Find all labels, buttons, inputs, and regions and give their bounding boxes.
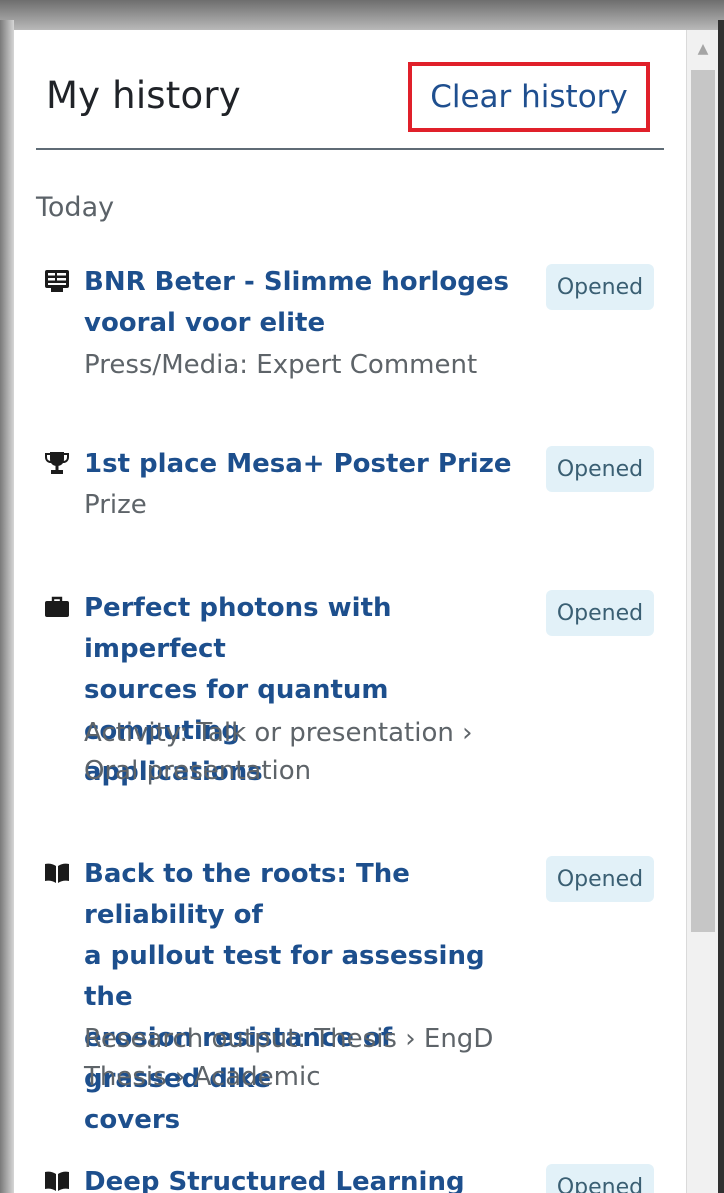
briefcase-icon (42, 592, 72, 622)
scrollbar-thumb[interactable] (691, 70, 715, 932)
status-badge: Opened (546, 264, 654, 310)
history-panel: My history Clear history Today BNR Beter… (14, 30, 686, 1193)
status-badge: Opened (546, 590, 654, 636)
book-icon (42, 1166, 72, 1193)
window-right-edge (718, 20, 724, 1193)
press-media-icon (42, 266, 72, 296)
vertical-scrollbar[interactable]: ▲ (686, 30, 719, 1193)
window-top-shadow (0, 0, 724, 30)
status-badge: Opened (546, 446, 654, 492)
status-badge: Opened (546, 1164, 654, 1193)
history-item-type: Activity: Talk or presentation › Oral pr… (84, 718, 473, 786)
scroll-up-arrow-icon[interactable]: ▲ (687, 30, 719, 68)
history-item-type: Research output: Thesis › EngD Thesis › … (84, 1024, 494, 1092)
book-icon (42, 858, 72, 888)
history-item-link[interactable]: 1st place Mesa+ Poster Prize (84, 444, 514, 485)
history-item-link[interactable]: Back to the roots: The reliability of a … (84, 854, 514, 1141)
history-item-type: Prize (84, 490, 147, 520)
section-label-today: Today (36, 192, 115, 223)
trophy-icon (42, 448, 72, 478)
clear-history-button[interactable]: Clear history (408, 62, 650, 132)
status-badge: Opened (546, 856, 654, 902)
history-item-link[interactable]: BNR Beter - Slimme horloges vooral voor … (84, 262, 514, 344)
history-header: My history Clear history (36, 30, 664, 150)
history-item-link[interactable]: Deep Structured Learning for (84, 1162, 514, 1193)
history-item-type: Press/Media: Expert Comment (84, 350, 478, 380)
window-left-shadow (0, 20, 14, 1193)
page-title: My history (46, 74, 241, 117)
